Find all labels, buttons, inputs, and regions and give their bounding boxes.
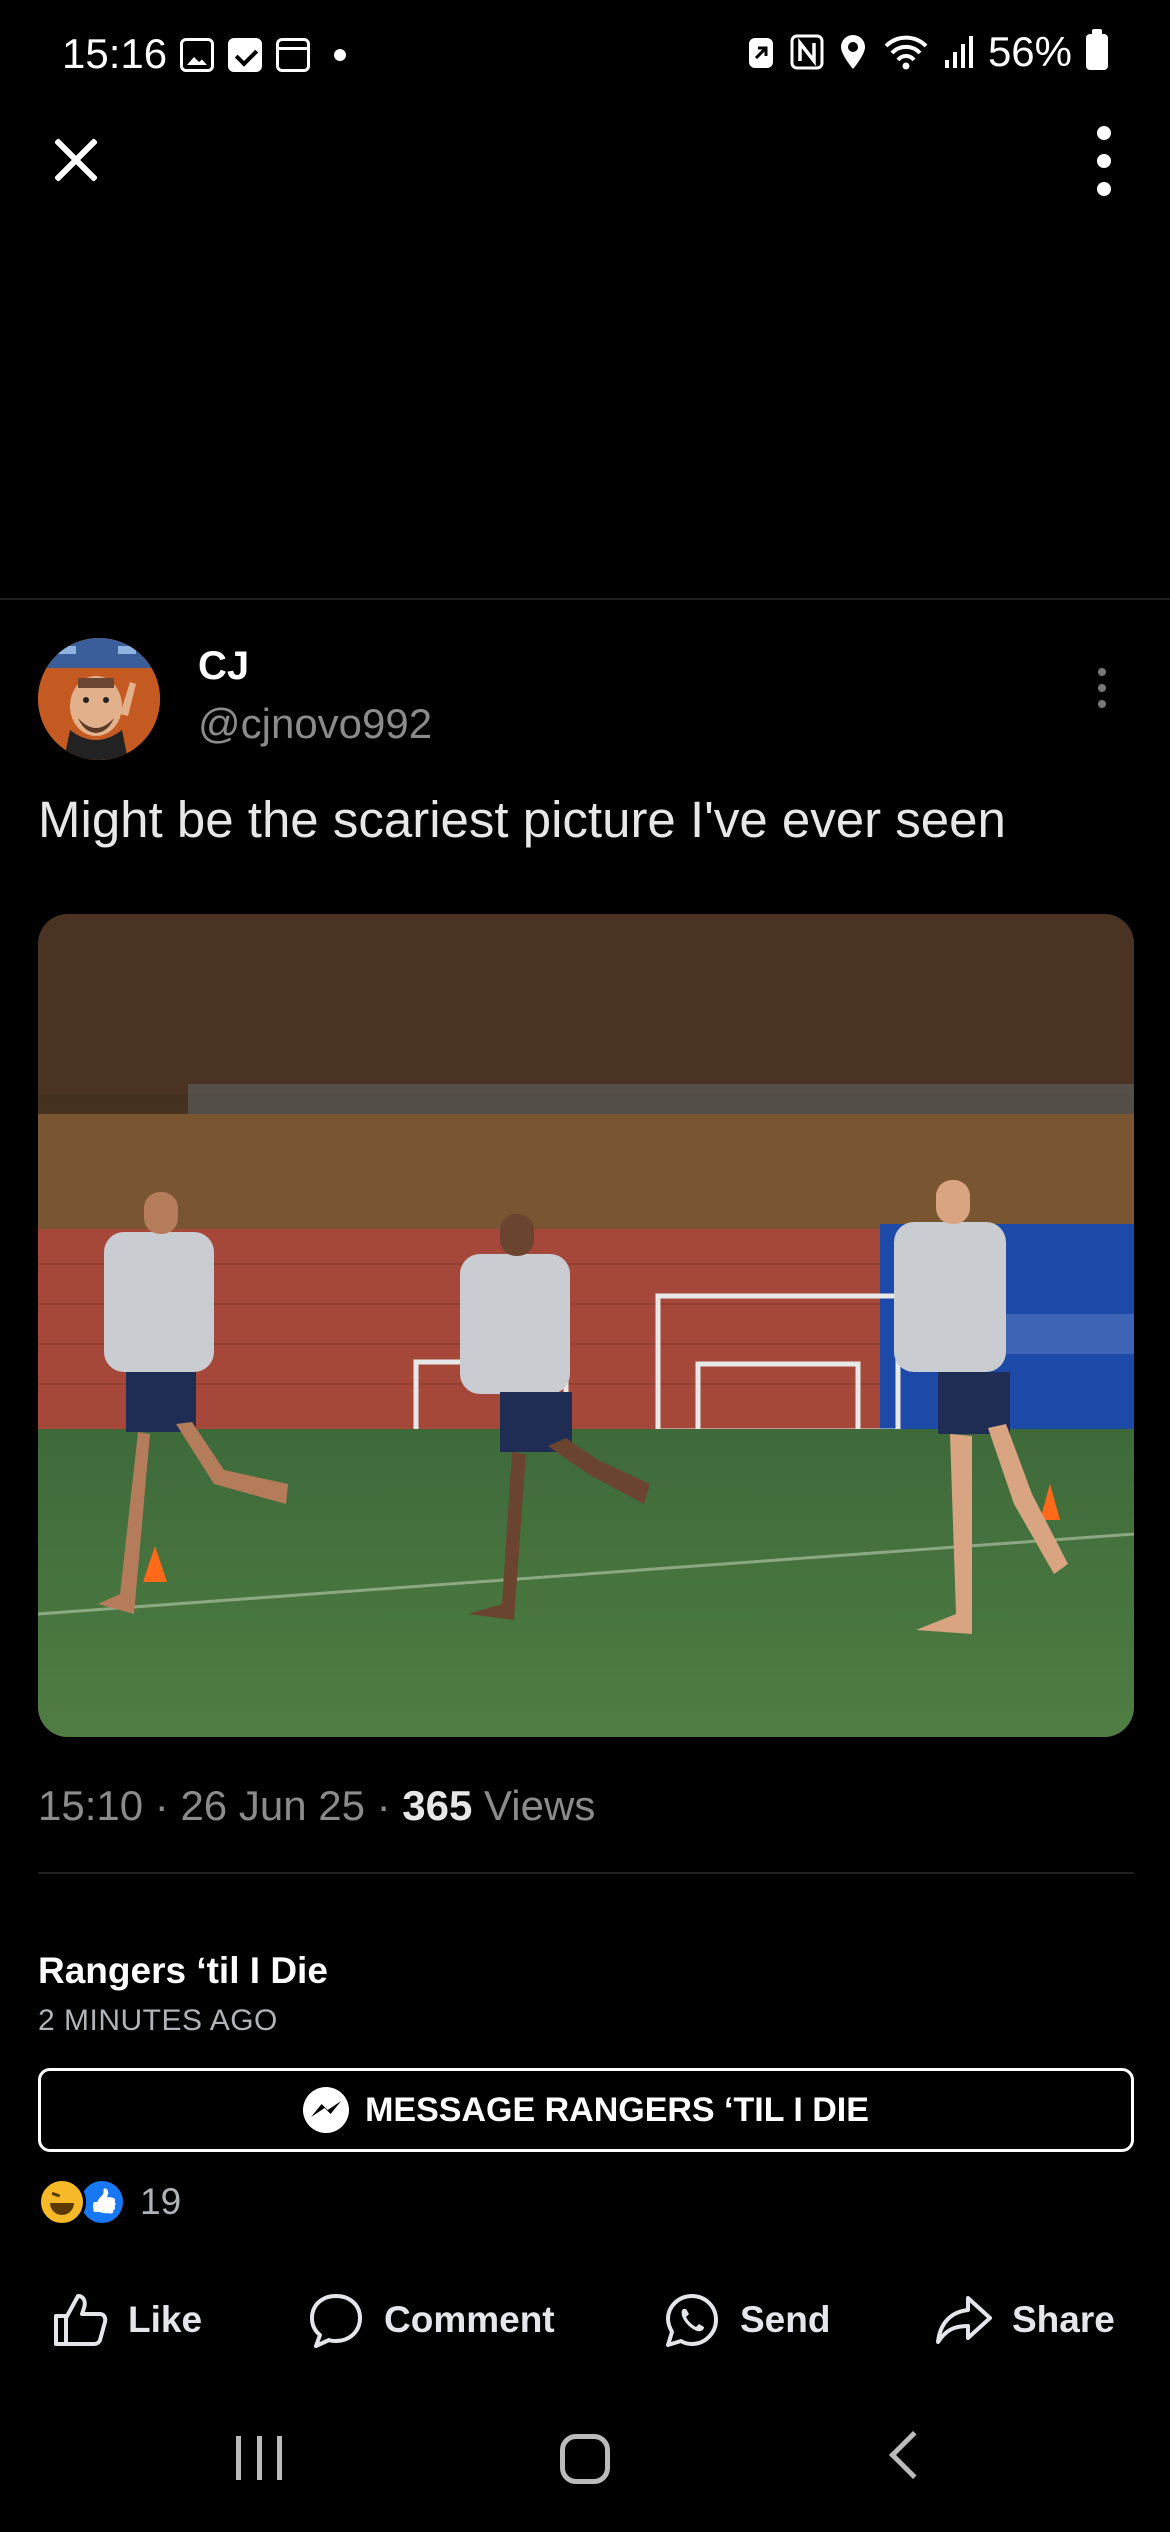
tweet-date: 26 Jun 25	[180, 1782, 365, 1829]
message-page-button[interactable]: MESSAGE RANGERS ‘TIL I DIE	[38, 2068, 1134, 2152]
like-button[interactable]: Like	[50, 2280, 202, 2360]
location-icon	[840, 35, 865, 69]
post-time: 2 MINUTES AGO	[38, 2004, 278, 2037]
thumbs-up-icon	[54, 2294, 108, 2346]
share-label: Share	[1012, 2299, 1115, 2340]
status-bar: 15:16 56%	[0, 0, 1170, 110]
more-options-icon[interactable]	[1092, 126, 1116, 196]
reactions-summary[interactable]: 19	[38, 2178, 181, 2226]
battery-percent: 56%	[987, 28, 1072, 75]
views-label: Views	[484, 1782, 596, 1829]
action-bar: Like Comment Send Share	[0, 2280, 1170, 2360]
reaction-count: 19	[140, 2181, 182, 2222]
send-button[interactable]: Send	[662, 2280, 830, 2360]
status-time: 15:16	[62, 30, 168, 77]
close-icon[interactable]	[44, 128, 108, 192]
page-name[interactable]: Rangers ‘til I Die	[38, 1950, 328, 1992]
tweet-meta: 15:10 · 26 Jun 25 · 365 Views	[38, 1782, 595, 1830]
tweet-time: 15:10	[38, 1782, 144, 1829]
share-button[interactable]: Share	[934, 2280, 1115, 2360]
messenger-icon	[303, 2087, 350, 2133]
comment-label: Comment	[384, 2299, 555, 2340]
comment-button[interactable]: Comment	[306, 2280, 555, 2360]
divider	[0, 598, 1170, 600]
dot-icon	[334, 49, 346, 61]
views-count: 365	[402, 1782, 473, 1829]
recent-apps-button[interactable]	[236, 2436, 282, 2480]
battery-saver-icon	[748, 38, 773, 68]
home-button[interactable]	[560, 2434, 610, 2484]
status-notification-icons	[180, 38, 346, 72]
signal-icon	[944, 36, 973, 68]
separator: ·	[154, 1782, 169, 1829]
display-name[interactable]: CJ	[198, 644, 249, 689]
gallery-icon	[180, 38, 214, 72]
avatar[interactable]	[38, 638, 160, 760]
tweet-text: Might be the scariest picture I've ever …	[38, 791, 1006, 848]
user-handle[interactable]: @cjnovo992	[198, 700, 432, 748]
share-icon	[936, 2296, 992, 2344]
back-button[interactable]	[888, 2430, 938, 2480]
divider	[38, 1872, 1134, 1874]
battery-icon	[1086, 29, 1108, 70]
send-label: Send	[740, 2299, 831, 2340]
check-icon	[228, 38, 262, 72]
calendar-icon	[276, 38, 310, 72]
tweet-image[interactable]	[38, 914, 1134, 1737]
separator: ·	[376, 1782, 391, 1829]
nfc-icon	[790, 34, 824, 70]
comment-icon	[310, 2294, 362, 2348]
status-system-icons: 56%	[746, 28, 1108, 76]
tweet-more-icon[interactable]	[1098, 668, 1110, 708]
wifi-icon	[884, 35, 928, 70]
message-button-label: MESSAGE RANGERS ‘TIL I DIE	[365, 2090, 869, 2129]
haha-reaction-icon	[38, 2178, 86, 2226]
whatsapp-icon	[666, 2294, 718, 2347]
like-label: Like	[128, 2299, 203, 2340]
